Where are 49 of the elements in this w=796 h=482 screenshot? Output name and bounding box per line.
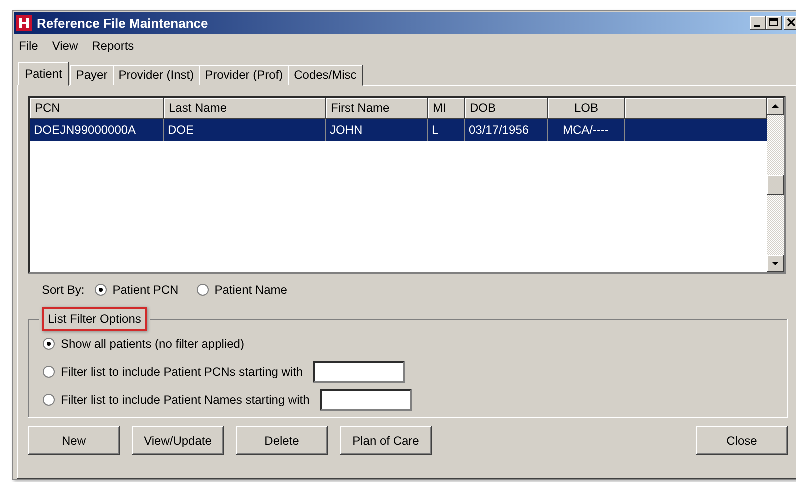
table-cell: 03/17/1956: [465, 119, 548, 141]
column-header[interactable]: DOB: [465, 98, 548, 119]
scroll-thumb[interactable]: [767, 175, 784, 195]
column-header[interactable]: MI: [428, 98, 465, 119]
tab[interactable]: Provider (Inst): [112, 65, 200, 86]
filter-input[interactable]: [313, 361, 406, 383]
tab[interactable]: Patient: [18, 62, 70, 86]
radio-label[interactable]: Show all patients (no filter applied): [61, 337, 244, 351]
filter-input[interactable]: [320, 389, 412, 411]
app-icon: [16, 15, 32, 31]
tab[interactable]: Provider (Prof): [199, 65, 290, 86]
maximize-icon[interactable]: [766, 16, 782, 30]
column-header[interactable]: Last Name: [164, 98, 326, 119]
sort-label: Sort By:: [42, 283, 85, 297]
column-header[interactable]: First Name: [326, 98, 428, 119]
scroll-up-icon[interactable]: [767, 98, 784, 115]
tab[interactable]: Codes/Misc: [288, 65, 363, 86]
tab[interactable]: Payer: [70, 65, 114, 86]
radio-button[interactable]: [43, 338, 55, 350]
radio-button[interactable]: [196, 284, 209, 296]
table-cell: DOE: [164, 119, 326, 141]
column-header[interactable]: PCN: [30, 98, 164, 119]
radio-label[interactable]: Filter list to include Patient PCNs starting with: [61, 365, 304, 379]
menu-item[interactable]: File: [18, 39, 40, 53]
window-title: Reference File Maintenance: [37, 16, 210, 30]
radio-button[interactable]: [94, 284, 107, 296]
scroll-down-icon[interactable]: [767, 255, 784, 272]
action-button[interactable]: View/Update: [132, 426, 224, 455]
table-cell: L: [428, 119, 465, 141]
minimize-icon[interactable]: [750, 16, 766, 30]
menu-item[interactable]: View: [51, 39, 80, 53]
close-button[interactable]: Close: [696, 426, 788, 455]
menu-item[interactable]: Reports: [91, 39, 136, 53]
table-cell: JOHN: [326, 119, 428, 141]
column-header[interactable]: LOB: [548, 98, 625, 119]
table-row[interactable]: DOEJN99000000A DOE JOHN L 03/17/1956 MCA/----: [30, 119, 767, 141]
scrollbar[interactable]: [767, 98, 784, 272]
radio-button[interactable]: [43, 394, 55, 406]
radio-button[interactable]: [43, 366, 55, 378]
radio-label[interactable]: Filter list to include Patient Names starting with: [61, 393, 310, 407]
radio-label[interactable]: Patient PCN: [112, 283, 179, 297]
action-button[interactable]: Delete: [236, 426, 328, 455]
table-cell: DOEJN99000000A: [30, 119, 164, 141]
action-button[interactable]: Plan of Care: [340, 426, 432, 455]
radio-label[interactable]: Patient Name: [214, 283, 288, 297]
close-icon[interactable]: [784, 16, 796, 30]
table-cell: MCA/----: [548, 119, 625, 141]
group-legend: List Filter Options: [42, 307, 148, 331]
action-button[interactable]: New: [28, 426, 120, 455]
